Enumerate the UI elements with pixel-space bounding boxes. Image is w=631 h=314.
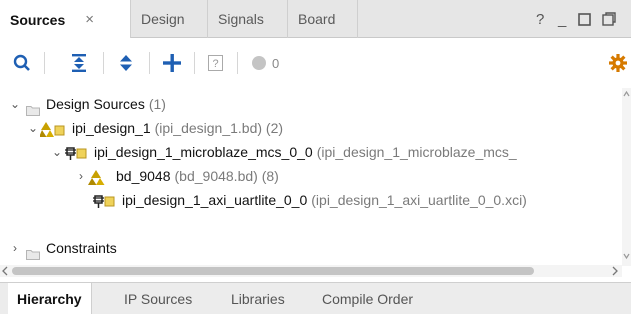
view-tab-bar: Hierarchy IP Sources Libraries Compile O… — [0, 282, 631, 314]
minimize-button[interactable]: _ — [558, 0, 566, 38]
expand-all-button[interactable] — [115, 51, 137, 75]
maximize-button[interactable] — [578, 0, 591, 38]
block-design-icon — [88, 168, 110, 185]
tab-label: Signals — [218, 11, 264, 27]
tab-libraries[interactable]: Libraries — [222, 283, 294, 314]
tree-row-detail: (ipi_design_1.bd) (2) — [154, 120, 284, 136]
info-icon: ? — [207, 55, 223, 71]
add-sources-button[interactable] — [161, 51, 183, 75]
tree-row-bd-9048[interactable]: › bd_9048 (bd_9048.bd) (8) — [74, 164, 279, 188]
tab-label: Compile Order — [322, 290, 414, 307]
search-button[interactable] — [11, 51, 33, 75]
folder-icon — [26, 243, 40, 260]
search-icon — [13, 54, 30, 71]
maximize-icon — [578, 12, 591, 26]
properties-button[interactable]: ? — [204, 51, 226, 75]
chevron-down-icon[interactable]: ⌄ — [50, 140, 64, 164]
tab-design[interactable]: Design — [131, 0, 208, 38]
vertical-scrollbar[interactable] — [622, 88, 631, 266]
tab-label: Sources — [10, 11, 66, 28]
sources-tree: ⌄ Design Sources (1) ⌄ ipi_design_1 (ipi… — [0, 88, 622, 262]
tree-row-detail: (ipi_design_1_microblaze_mcs_ — [316, 144, 517, 160]
minimize-icon: _ — [558, 10, 567, 28]
settings-button[interactable] — [609, 51, 627, 75]
tab-label: Board — [298, 11, 336, 27]
block-design-icon — [39, 120, 66, 137]
tab-ip-sources[interactable]: IP Sources — [115, 283, 201, 314]
tree-row-microblaze-mcs[interactable]: ⌄ ipi_design_1_microblaze_mcs_0_0 (ipi_d… — [50, 140, 517, 164]
tree-row-detail: (ipi_design_1_axi_uartlite_0_0.xci) — [311, 192, 527, 208]
tab-signals[interactable]: Signals — [208, 0, 288, 38]
float-button[interactable] — [602, 0, 616, 38]
tree-row-label: Constraints — [46, 240, 117, 256]
tree-row-label: ipi_design_1_microblaze_mcs_0_0 — [94, 144, 313, 160]
tab-compile-order[interactable]: Compile Order — [313, 283, 422, 314]
chevron-right-icon[interactable]: › — [74, 164, 88, 188]
tab-hierarchy[interactable]: Hierarchy — [8, 283, 92, 314]
tab-sources[interactable]: Sources × — [0, 0, 131, 39]
toolbar-separator — [237, 52, 238, 74]
sources-toolbar: ? 0 — [0, 38, 631, 88]
tab-label: Libraries — [231, 290, 285, 307]
status-count: 0 — [272, 55, 280, 71]
tab-label: IP Sources — [124, 290, 193, 307]
expand-all-icon — [120, 55, 132, 71]
tree-row-ipi-design-1[interactable]: ⌄ ipi_design_1 (ipi_design_1.bd) (2) — [26, 116, 283, 140]
toolbar-separator — [149, 52, 150, 74]
toolbar-separator — [194, 52, 195, 74]
tree-row-detail: (1) — [148, 96, 166, 112]
scroll-arrows-icon — [623, 90, 630, 260]
tree-row-axi-uartlite[interactable]: ipi_design_1_axi_uartlite_0_0 (ipi_desig… — [78, 188, 527, 212]
tree-row-label: bd_9048 — [116, 168, 171, 184]
chevron-right-icon[interactable]: › — [8, 236, 22, 260]
ip-icon — [64, 144, 88, 160]
panel-tab-bar: Sources × Design Signals Board ? _ — [0, 0, 631, 39]
status-indicator: 0 — [251, 51, 287, 75]
tab-board[interactable]: Board — [288, 0, 358, 38]
tree-row-design-sources[interactable]: ⌄ Design Sources (1) — [8, 92, 166, 116]
tree-row-constraints[interactable]: › Constraints — [8, 236, 117, 260]
chevron-down-icon[interactable]: ⌄ — [26, 116, 40, 140]
folder-icon — [26, 99, 40, 116]
close-icon[interactable]: × — [85, 11, 94, 28]
tree-row-label: Design Sources — [46, 96, 145, 112]
collapse-all-button[interactable] — [68, 51, 90, 75]
horizontal-scrollbar[interactable] — [0, 262, 622, 280]
status-dot-icon — [252, 56, 266, 70]
settings-icon — [609, 54, 627, 72]
scrollbar-track-icon — [0, 265, 622, 277]
float-icon — [602, 12, 616, 26]
chevron-down-icon[interactable]: ⌄ — [8, 92, 22, 116]
tree-row-label: ipi_design_1_axi_uartlite_0_0 — [122, 192, 308, 208]
toolbar-separator — [103, 52, 104, 74]
help-icon: ? — [536, 10, 545, 28]
tab-label: Design — [141, 11, 185, 27]
tree-row-label: ipi_design_1 — [72, 120, 151, 136]
add-icon — [163, 54, 181, 72]
collapse-all-icon — [72, 54, 86, 72]
tree-row-detail: (bd_9048.bd) (8) — [174, 168, 279, 184]
ip-icon — [92, 192, 116, 208]
help-button[interactable]: ? — [536, 0, 544, 38]
tab-label: Hierarchy — [17, 290, 82, 307]
svg-text:?: ? — [212, 58, 218, 70]
toolbar-separator — [44, 52, 45, 74]
